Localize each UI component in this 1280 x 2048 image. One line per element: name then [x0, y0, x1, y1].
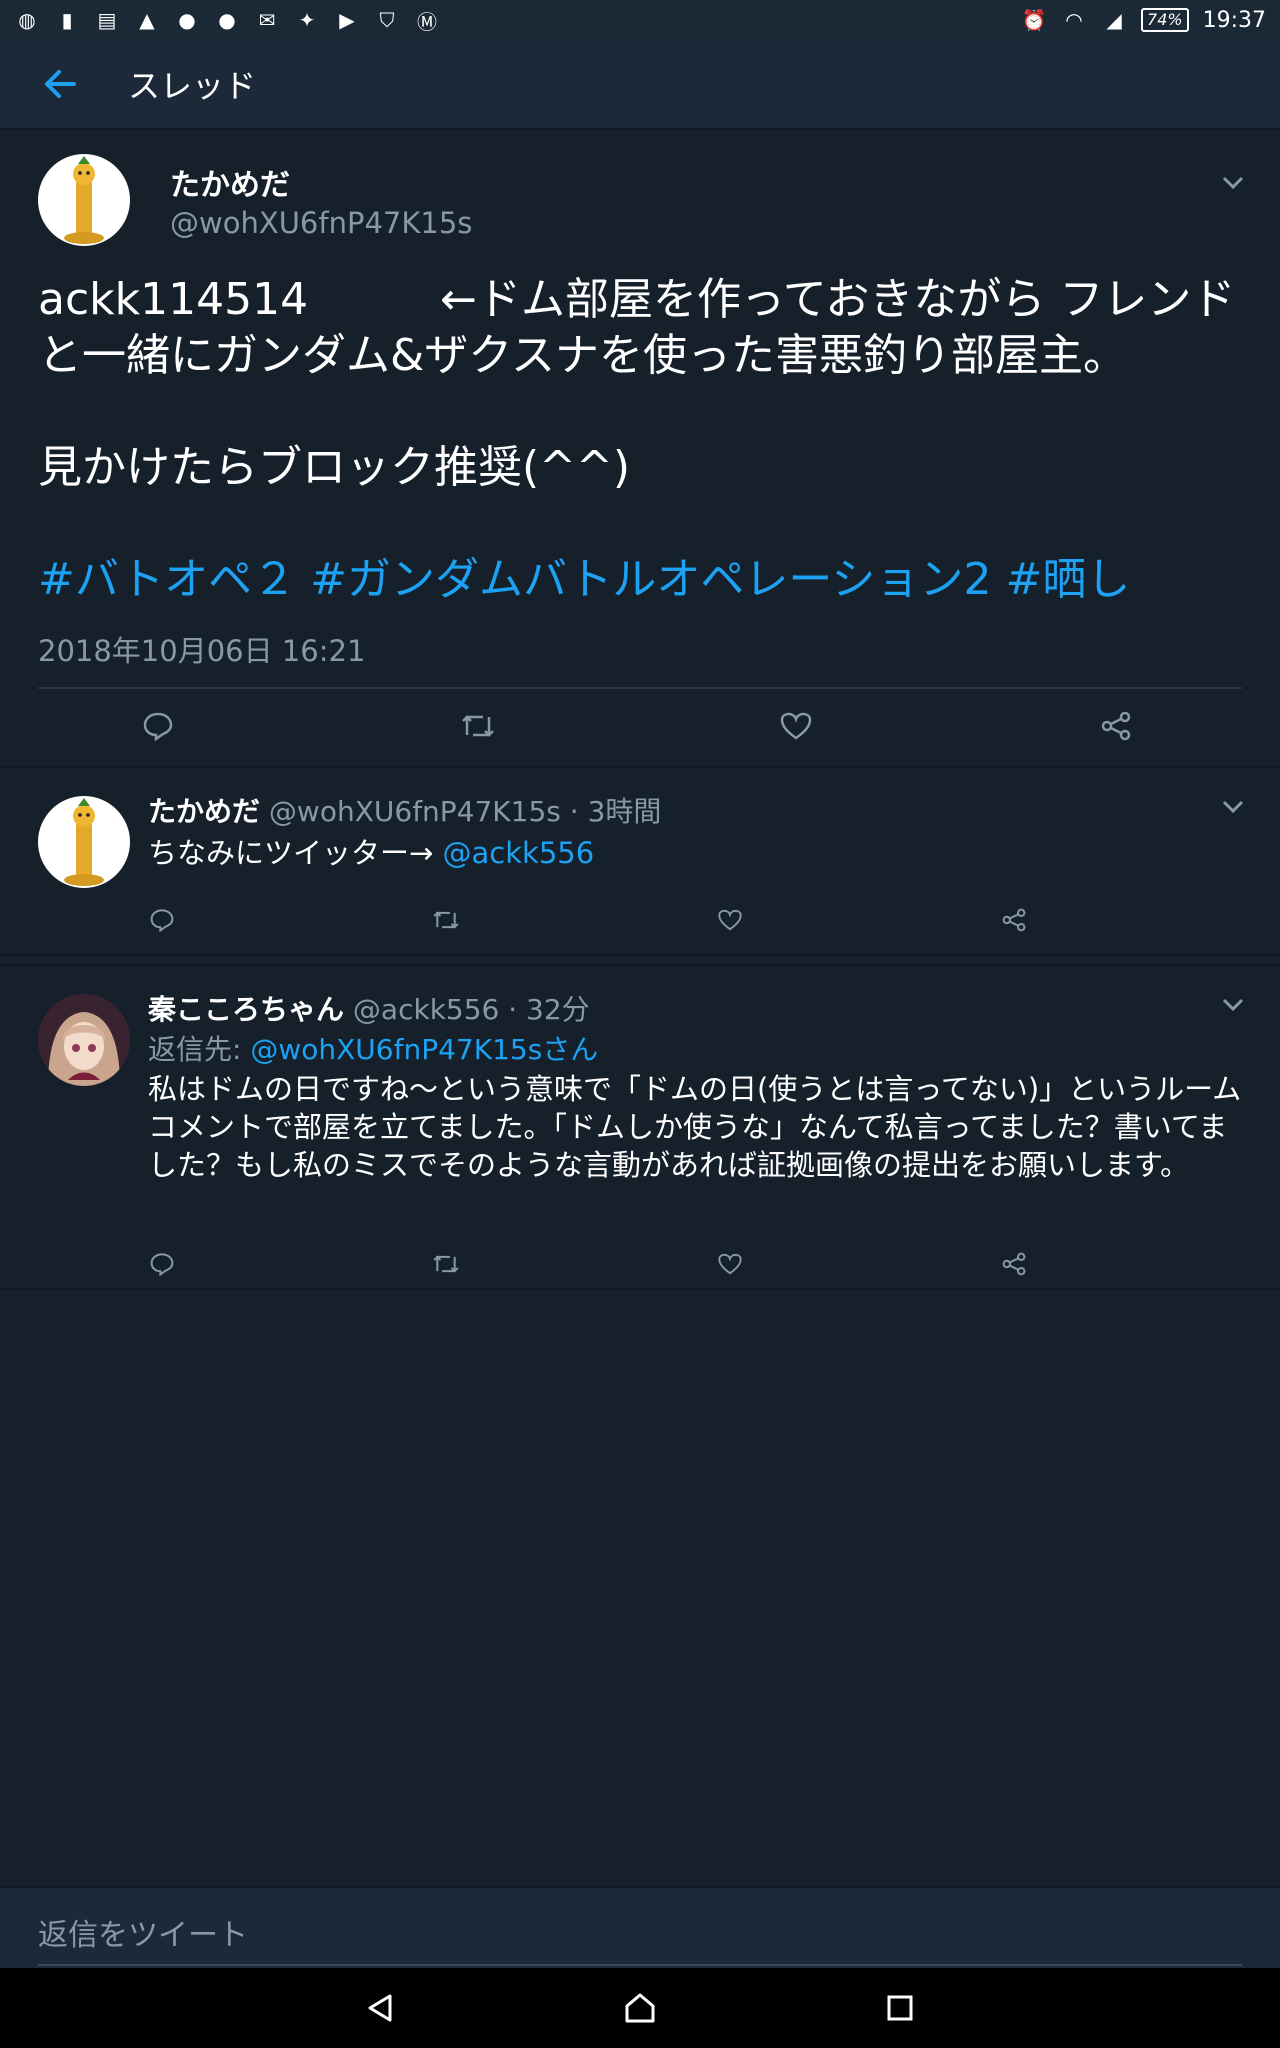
clipboard-icon: ▤: [97, 8, 117, 32]
reply-header: 秦こころちゃん @ackk556 · 32分: [148, 988, 590, 1028]
retweet-button[interactable]: [424, 898, 468, 942]
clock: 19:37: [1202, 7, 1266, 33]
share-icon: [1002, 1252, 1026, 1276]
display-name[interactable]: たかめだ: [148, 795, 260, 828]
main-tweet: たかめだ @wohXU6fnP47K15s ackk114514 ←ドム部屋を作…: [0, 130, 1280, 768]
square-recents-icon: [887, 1995, 913, 2021]
line-icon: ●: [178, 8, 196, 32]
nav-home-button[interactable]: [610, 1978, 670, 2038]
alarm-icon: ⏰: [1021, 8, 1047, 32]
twitter-icon: ✦: [298, 8, 316, 32]
tweet-text: ackk114514 ←ドム部屋を作っておきながら フレンドと一緒にガンダム&ザ…: [38, 272, 1248, 608]
heart-icon: [718, 1253, 742, 1275]
divider: [38, 687, 1242, 689]
retweet-button[interactable]: [438, 696, 518, 756]
reply-compose-bar: 返信をツイート: [0, 1886, 1280, 1970]
tweet-body: ackk114514 ←ドム部屋を作っておきながら フレンドと一緒にガンダム&ザ…: [38, 274, 1236, 493]
reply-tweet[interactable]: たかめだ @wohXU6fnP47K15s · 3時間 ちなみにツイッター→ @…: [0, 768, 1280, 956]
system-nav-bar: [0, 1968, 1280, 2048]
display-name[interactable]: たかめだ: [170, 160, 290, 204]
app-bar: スレッド: [0, 40, 1280, 130]
shield-icon: ⛉: [379, 8, 395, 32]
chevron-down-icon[interactable]: [1218, 168, 1248, 198]
reply-to-label: 返信先:: [148, 1033, 251, 1066]
avatar[interactable]: [38, 994, 130, 1086]
like-button[interactable]: [708, 1242, 752, 1286]
tweet-actions: [118, 696, 1156, 756]
share-button[interactable]: [992, 898, 1036, 942]
reply-to-line: 返信先: @wohXU6fnP47K15sさん: [148, 1028, 598, 1068]
like-button[interactable]: [756, 696, 836, 756]
reply-tweet[interactable]: 秦こころちゃん @ackk556 · 32分 返信先: @wohXU6fnP47…: [0, 964, 1280, 1290]
reply-button[interactable]: [118, 696, 198, 756]
battery-charge-icon: ▮: [61, 8, 73, 32]
reply-header: たかめだ @wohXU6fnP47K15s · 3時間: [148, 790, 661, 830]
share-button[interactable]: [1076, 696, 1156, 756]
triangle-back-icon: [368, 1994, 392, 2022]
reply-body: 私はドムの日ですね〜という意味で「ドムの日(使うとは言ってない)」というルームコ…: [148, 1072, 1242, 1182]
retweet-icon: [433, 1255, 459, 1273]
heart-icon: [718, 909, 742, 931]
reply-button[interactable]: [140, 898, 184, 942]
tweet-actions: [140, 898, 1036, 942]
reply-input[interactable]: 返信をツイート: [38, 1910, 248, 1954]
reply-icon: [143, 712, 173, 741]
youtube-icon: ▶: [339, 8, 355, 32]
nav-back-button[interactable]: [350, 1978, 410, 2038]
globe-icon: ◍: [18, 8, 36, 32]
mail-icon: ✉: [258, 8, 276, 32]
line-icon-2: ●: [218, 8, 236, 32]
avatar[interactable]: [38, 154, 130, 246]
reply-to-mention[interactable]: @wohXU6fnP47K15sさん: [250, 1033, 598, 1066]
share-icon: [1002, 908, 1026, 932]
retweet-icon: [433, 911, 459, 929]
timestamp: 2018年10月06日 16:21: [38, 634, 366, 668]
notification-icons: ◍ ▮ ▤ ▲ ● ● ✉ ✦ ▶ ⛉ Ⓜ: [14, 7, 440, 34]
reply-text: ちなみにツイッター→ @ackk556: [148, 830, 594, 872]
heart-icon: [780, 712, 812, 740]
like-button[interactable]: [708, 898, 752, 942]
battery-indicator: 74%: [1141, 8, 1189, 32]
back-arrow-icon[interactable]: [30, 54, 90, 114]
retweet-button[interactable]: [424, 1242, 468, 1286]
signal-icon: ◢: [1106, 8, 1122, 32]
tweet-actions: [140, 1242, 1036, 1286]
anime-girl-avatar-image: [38, 994, 130, 1086]
wifi-icon: ◠: [1065, 8, 1083, 32]
handle-and-time: @ackk556 · 32分: [352, 993, 590, 1026]
mascot-image: [64, 798, 104, 886]
home-icon: [625, 1993, 655, 2023]
mention-link[interactable]: @ackk556: [443, 836, 595, 870]
reply-icon: [150, 1253, 174, 1276]
share-icon: [1101, 711, 1131, 741]
reply-icon: [150, 909, 174, 932]
hashtags[interactable]: #バトオペ２ #ガンダムバトルオペレーション2 #晒し: [38, 554, 1130, 605]
handle-and-time: @wohXU6fnP47K15s · 3時間: [268, 795, 662, 828]
app-icon: Ⓜ: [417, 9, 437, 34]
chevron-down-icon[interactable]: [1218, 990, 1248, 1020]
reply-button[interactable]: [140, 1242, 184, 1286]
avatar[interactable]: [38, 796, 130, 888]
nav-recents-button[interactable]: [870, 1978, 930, 2038]
mascot-image: [64, 156, 104, 244]
warning-icon: ▲: [139, 8, 155, 32]
input-underline: [38, 1964, 1242, 1966]
chevron-down-icon[interactable]: [1218, 792, 1248, 822]
handle[interactable]: @wohXU6fnP47K15s: [170, 206, 472, 240]
retweet-icon: [462, 715, 494, 737]
share-button[interactable]: [992, 1242, 1036, 1286]
reply-body: ちなみにツイッター→: [148, 836, 443, 870]
status-bar: ◍ ▮ ▤ ▲ ● ● ✉ ✦ ▶ ⛉ Ⓜ ⏰ ◠ ◢ 74% 19:37: [0, 0, 1280, 40]
page-title: スレッド: [128, 67, 257, 105]
display-name[interactable]: 秦こころちゃん: [148, 993, 344, 1026]
